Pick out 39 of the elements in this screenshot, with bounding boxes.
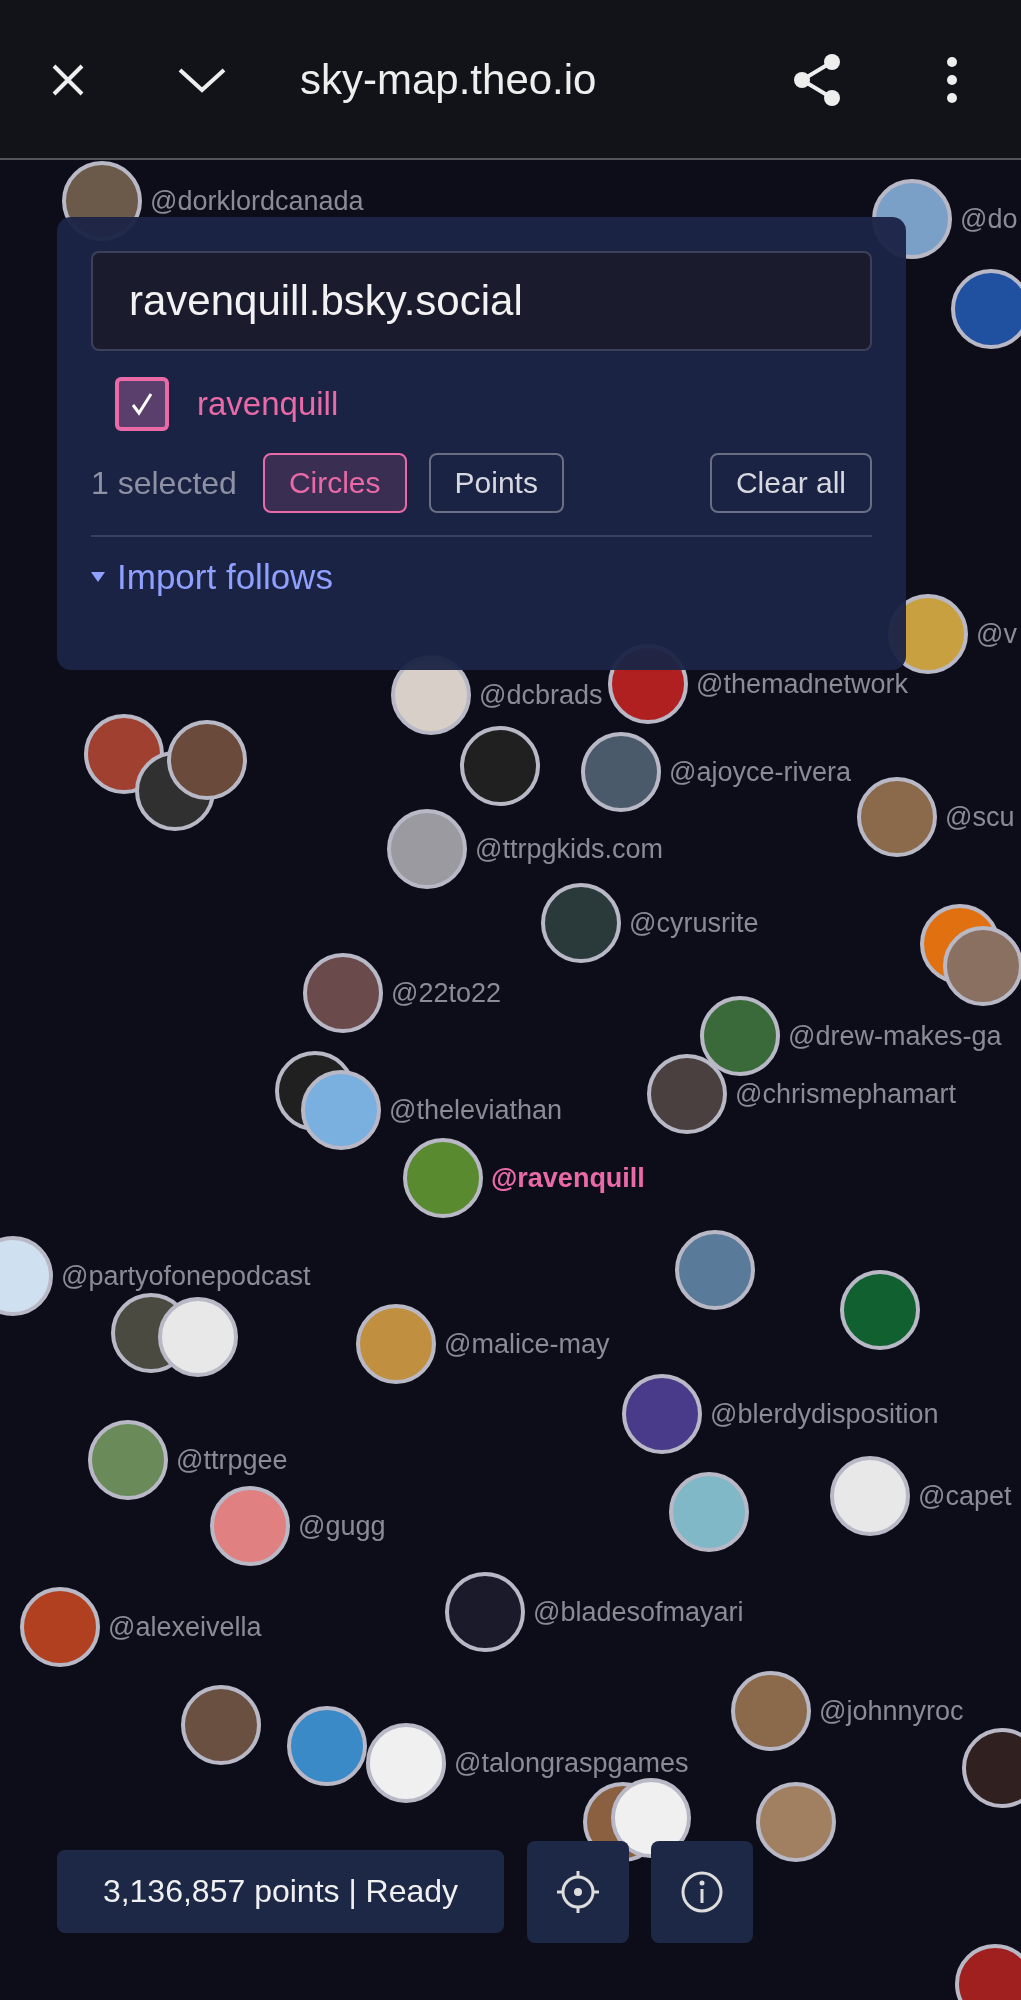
settings-icon: [556, 1870, 600, 1914]
user-handle: @v: [976, 618, 1017, 650]
user-handle: @ravenquill: [491, 1162, 645, 1194]
user-handle: @theleviathan: [389, 1094, 563, 1126]
user-handle: @gugg: [298, 1510, 386, 1542]
info-icon: [680, 1870, 724, 1914]
result-label[interactable]: ravenquill: [197, 385, 339, 423]
user-handle: @malice-may: [444, 1328, 610, 1360]
user-handle: @do: [960, 203, 1018, 235]
user-handle: @talongraspgames: [454, 1747, 689, 1779]
user-handle: @ajoyce-rivera: [669, 756, 851, 788]
selected-count: 1 selected: [91, 464, 237, 502]
checkbox[interactable]: [115, 377, 169, 431]
user-handle: @partyofonepodcast: [61, 1260, 311, 1292]
user-handle: @bladesofmayari: [533, 1596, 744, 1628]
page-url: sky-map.theo.io: [300, 56, 597, 104]
user-handle: @scu: [945, 801, 1015, 833]
import-follows-toggle[interactable]: Import follows: [91, 557, 333, 597]
triangle-down-icon: [91, 572, 105, 582]
user-handle: @themadnetwork: [696, 668, 908, 700]
user-handle: @dorklordcanada: [150, 185, 364, 217]
info-button[interactable]: [651, 1841, 753, 1943]
user-handle: @drew-makes-ga: [788, 1020, 1002, 1052]
search-field[interactable]: ravenquill.bsky.social: [91, 251, 872, 351]
user-handle: @blerdydisposition: [710, 1398, 939, 1430]
user-handle: @ttrpgkids.com: [475, 833, 663, 865]
user-handle: @chrismephamart: [735, 1078, 956, 1110]
user-handle: @dcbrads: [479, 679, 603, 711]
user-handle: @alexeivella: [108, 1611, 262, 1643]
user-handle: @cyrusrite: [629, 907, 759, 939]
display-mode-toggle[interactable]: Points: [428, 453, 564, 513]
clear-all-button[interactable]: Clear all: [709, 453, 872, 513]
user-handle: @ttrpgee: [176, 1444, 288, 1476]
status-bar: 3,136,857 points | Ready: [57, 1850, 504, 1933]
settings-button[interactable]: [527, 1841, 629, 1943]
user-handle: @capet: [918, 1480, 1012, 1512]
user-handle: @johnnyroc: [819, 1695, 964, 1727]
display-mode-toggle[interactable]: Circles: [262, 453, 407, 513]
user-handle: @22to22: [391, 977, 501, 1009]
